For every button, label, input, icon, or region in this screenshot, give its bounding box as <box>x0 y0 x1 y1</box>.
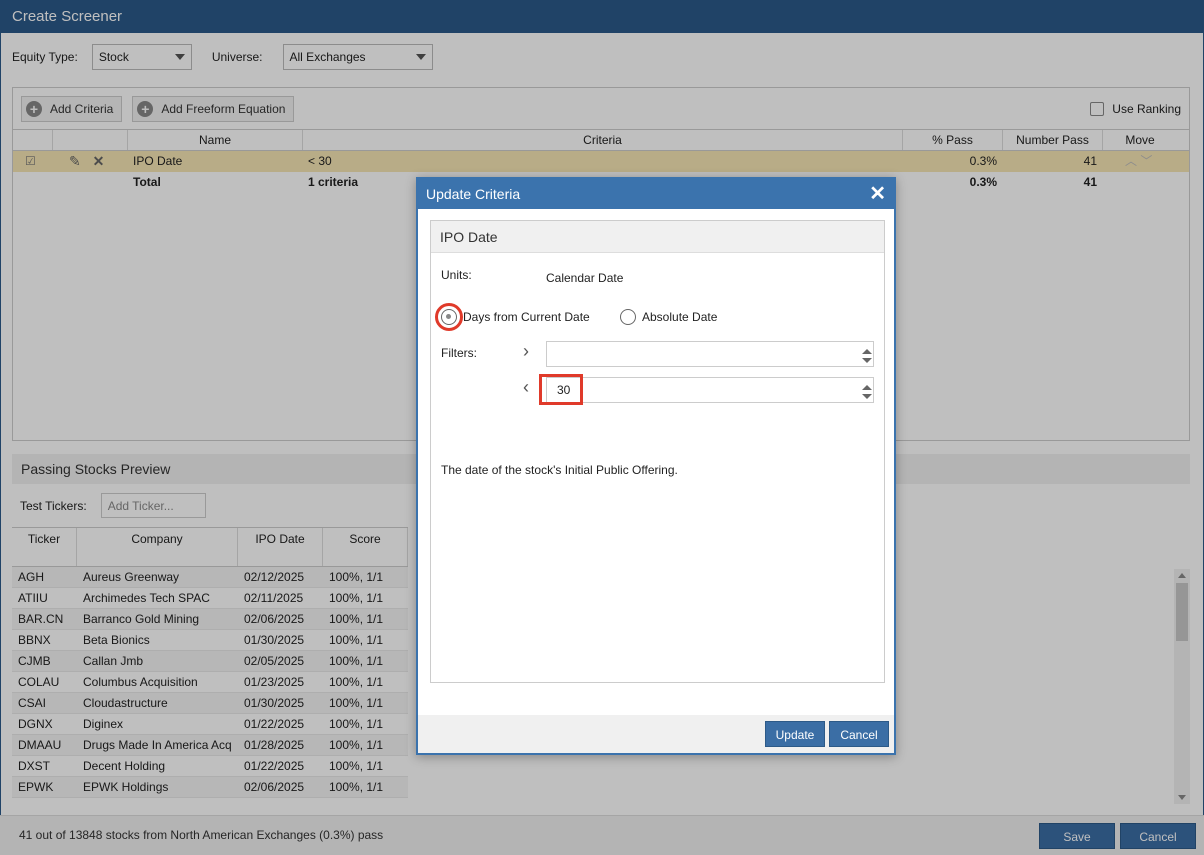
greater-than-icon: › <box>523 341 529 361</box>
days-from-current-option[interactable]: Days from Current Date <box>441 309 590 325</box>
close-icon[interactable]: ✕ <box>869 179 886 209</box>
dialog-header: Update Criteria ✕ <box>418 179 894 209</box>
filters-label: Filters: <box>441 346 477 360</box>
units-label: Units: <box>441 268 472 282</box>
update-criteria-dialog: Update Criteria ✕ IPO Date Units: Calend… <box>416 177 896 755</box>
dialog-body: IPO Date Units: Calendar Date Days from … <box>430 220 885 683</box>
highlight-box <box>539 374 583 405</box>
criterion-description: The date of the stock's Initial Public O… <box>441 463 678 477</box>
less-than-icon: ‹ <box>523 377 529 397</box>
highlight-ring <box>435 303 463 331</box>
criterion-name: IPO Date <box>431 221 884 253</box>
filter-max-spinner[interactable] <box>862 385 872 399</box>
update-button[interactable]: Update <box>765 721 825 747</box>
filter-min-spinner[interactable] <box>862 349 872 363</box>
dialog-cancel-button[interactable]: Cancel <box>829 721 889 747</box>
dialog-title: Update Criteria <box>426 186 521 202</box>
units-value: Calendar Date <box>546 271 624 285</box>
absolute-date-label: Absolute Date <box>642 310 718 324</box>
absolute-date-radio[interactable] <box>620 309 636 325</box>
days-from-current-label: Days from Current Date <box>463 310 590 324</box>
absolute-date-option[interactable]: Absolute Date <box>620 309 717 325</box>
filter-max-input[interactable]: 30 <box>546 377 874 403</box>
dialog-footer: Update Cancel <box>418 715 894 753</box>
filter-min-input[interactable] <box>546 341 874 367</box>
